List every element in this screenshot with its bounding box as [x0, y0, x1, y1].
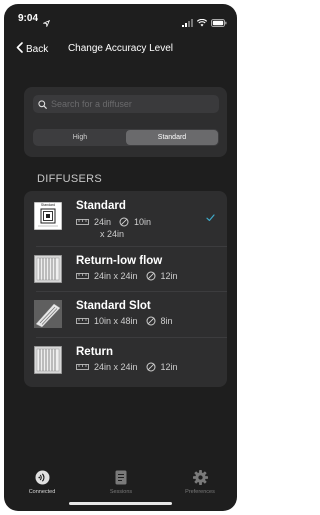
diffuser-specs: 10in x 48in 8in — [76, 316, 173, 326]
diffuser-size: 24in x 24in — [94, 271, 138, 281]
diffuser-neck-size: 12in — [160, 271, 178, 281]
checkmark-icon — [206, 213, 215, 225]
diffuser-name: Standard — [76, 200, 126, 212]
neck-diameter-icon — [146, 362, 156, 372]
app-screen: 9:04 Back Change Accuracy Level Search f… — [4, 4, 237, 511]
slot-diffuser-thumbnail — [34, 300, 62, 328]
tab-sessions[interactable]: Sessions — [91, 470, 151, 495]
ruler-icon — [76, 273, 89, 279]
location-arrow-icon — [42, 14, 51, 32]
diffuser-row-return[interactable]: Return 24in x 24in 12in — [24, 338, 227, 384]
search-icon — [38, 99, 47, 109]
page-title: Change Accuracy Level — [67, 43, 174, 54]
diffuser-size: 24in x 24in — [94, 362, 138, 372]
status-bar: 9:04 — [4, 4, 237, 32]
diffuser-size-line2: x 24in — [100, 229, 125, 239]
tab-preferences[interactable]: Preferences — [170, 470, 230, 495]
tab-label: Sessions — [109, 489, 133, 495]
segment-high[interactable]: High — [34, 130, 126, 145]
return-grille-thumbnail — [34, 346, 62, 374]
home-indicator — [69, 502, 172, 505]
segment-standard[interactable]: Standard — [126, 130, 218, 145]
search-box[interactable] — [33, 95, 219, 113]
diffuser-name: Return-low flow — [76, 255, 163, 267]
diffuser-neck-size: 12in — [160, 362, 178, 372]
gear-icon — [170, 470, 230, 485]
neck-diameter-icon — [119, 217, 129, 227]
navigation-bar: Back Change Accuracy Level — [4, 40, 237, 60]
tab-label: Connected — [28, 489, 56, 495]
neck-diameter-icon — [146, 316, 156, 326]
diffuser-specs: 24in 10in — [76, 217, 151, 227]
diffuser-row-return-low-flow[interactable]: Return-low flow 24in x 24in 12in — [24, 247, 227, 291]
diffuser-size: 10in x 48in — [94, 316, 138, 326]
wifi-icon — [196, 14, 208, 32]
tab-connected[interactable]: Connected — [12, 470, 72, 495]
diffuser-name: Standard Slot — [76, 300, 151, 312]
neck-diameter-icon — [146, 271, 156, 281]
section-header: DIFFUSERS — [37, 173, 103, 185]
diffuser-row-standard-slot[interactable]: Standard Slot 10in x 48in 8in — [24, 292, 227, 336]
diffuser-name: Return — [76, 346, 114, 358]
accuracy-segmented-control: High Standard — [33, 129, 219, 146]
status-time: 9:04 — [18, 13, 39, 24]
tab-label: Preferences — [185, 489, 215, 495]
diffuser-row-standard[interactable]: Standard Standard 24in 10in x 24in — [24, 191, 227, 245]
ruler-icon — [76, 364, 89, 370]
signal-icon — [182, 14, 193, 32]
search-input[interactable] — [51, 99, 201, 109]
diffuser-specs: 24in x 24in 12in — [76, 271, 178, 281]
diffuser-list: Standard Standard 24in 10in x 24in Retur… — [24, 191, 227, 387]
return-grille-thumbnail — [34, 255, 62, 283]
ruler-icon — [76, 219, 89, 225]
battery-icon — [211, 14, 227, 32]
ruler-icon — [76, 318, 89, 324]
diffuser-size: 24in — [94, 217, 112, 227]
diffuser-specs: 24in x 24in 12in — [76, 362, 178, 372]
search-card: High Standard — [24, 87, 227, 157]
thumbnail-label: Standard — [40, 203, 56, 207]
document-icon — [91, 470, 151, 485]
diffuser-neck-size: 8in — [160, 316, 173, 326]
connected-icon — [12, 470, 72, 485]
standard-diffuser-thumbnail: Standard — [34, 202, 62, 230]
diffuser-neck-size: 10in — [134, 217, 152, 227]
